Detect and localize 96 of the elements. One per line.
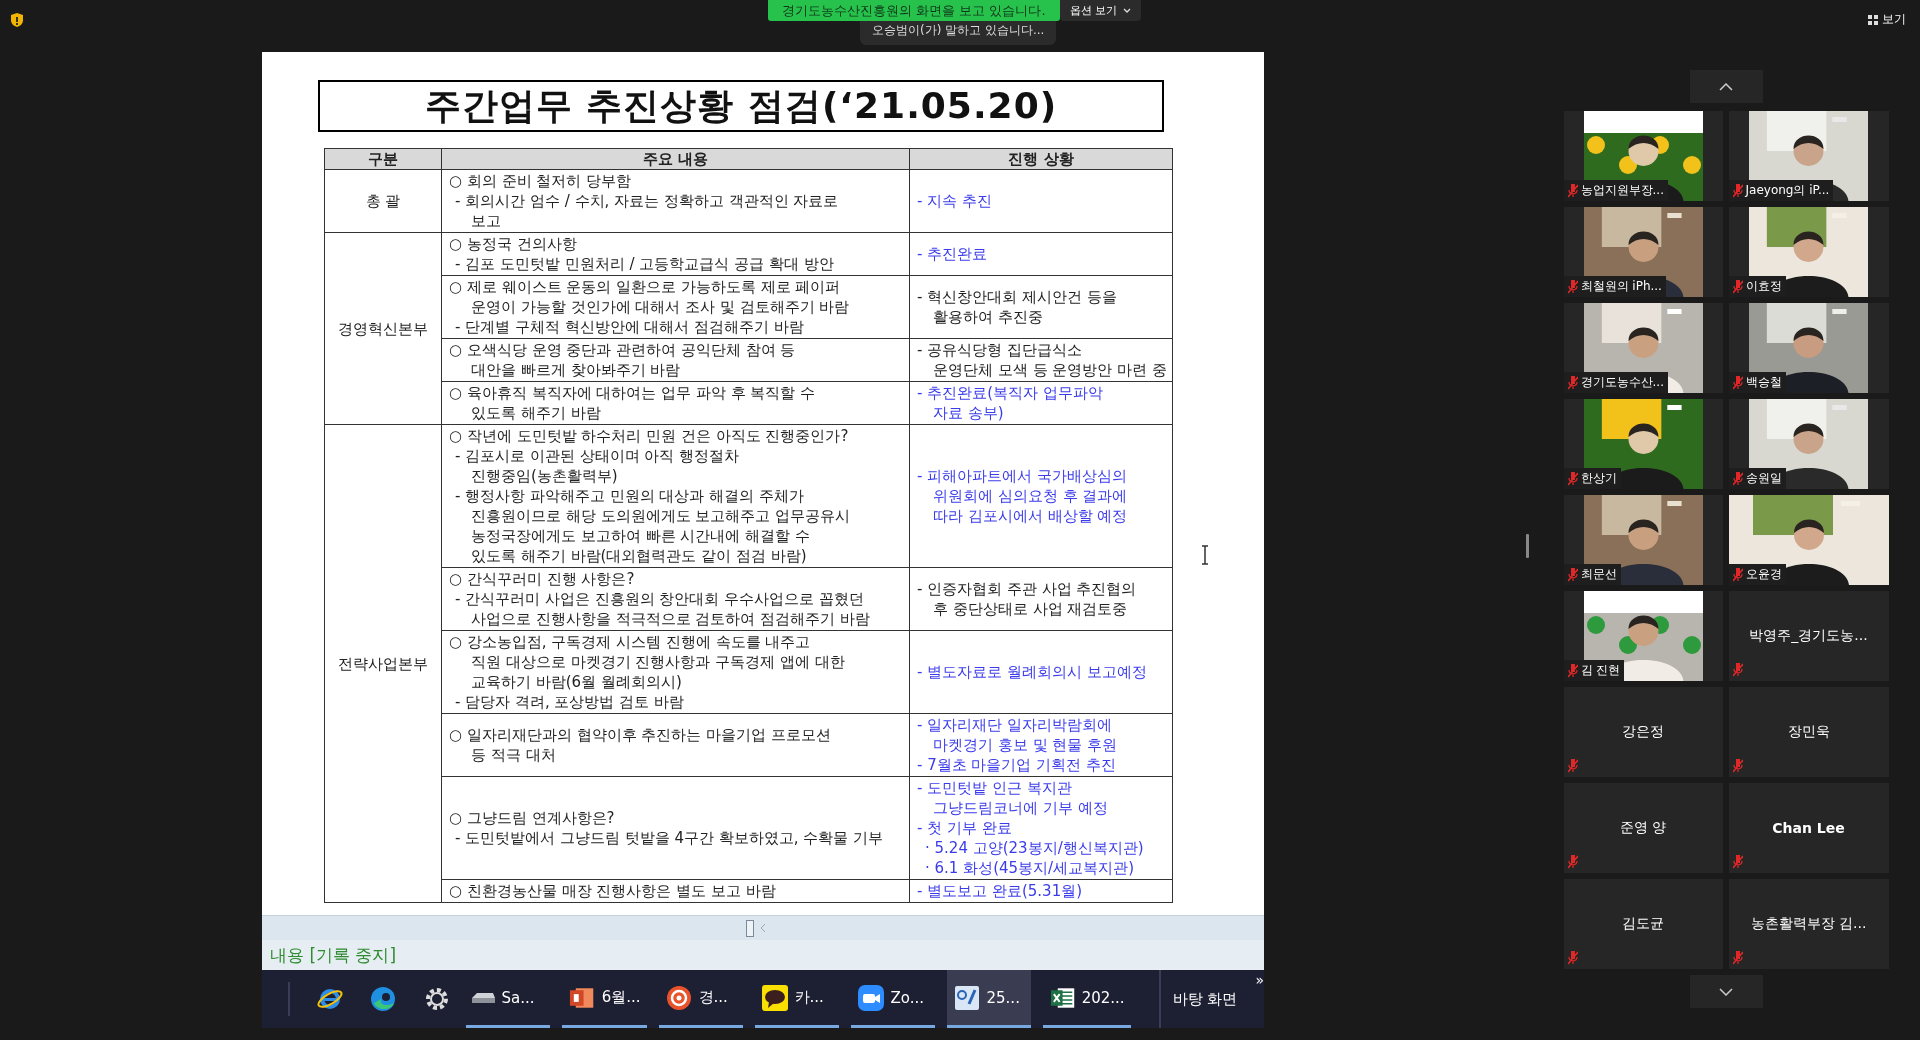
participant-name: 경기도농수산... (1580, 374, 1664, 391)
participant-tile[interactable]: Jaeyong의 iP... (1728, 111, 1889, 201)
document-icon (952, 983, 981, 1012)
status-text: 내용 [기록 중지] (270, 943, 397, 967)
participant-tile[interactable]: 장민욱 (1728, 687, 1889, 777)
taskbar-button[interactable]: 경... (658, 970, 743, 1028)
table-cell: - 도민텃밭 인근 복지관 그냥드림코너에 기부 예정 - 첫 기부 완료 · 5.24 고양(23봉지/행신복지관) · 6.1 화성(45봉지/세교복지관) (909, 776, 1173, 880)
participant-name: 강은정 (1622, 723, 1664, 741)
participant-tile[interactable]: 농촌활력부장 김... (1728, 879, 1889, 969)
grid-icon (1868, 14, 1878, 25)
table-cell: ○ 농정국 건의사항 - 김포 도민텃밭 민원처리 / 고등학교급식 공급 확대 방안 (441, 232, 910, 276)
text-cursor-icon (1200, 545, 1210, 565)
video-camera-icon (856, 983, 885, 1012)
participant-name: 김 진현 (1580, 662, 1621, 679)
table-cell: - 별도자료로 월례회의시 보고예정 (909, 630, 1173, 714)
view-options-button[interactable]: 옵션 보기 (1060, 0, 1141, 21)
drive-icon (472, 992, 496, 1003)
table-cell: 경영혁신본부 (324, 232, 442, 425)
participant-name: 최문선 (1580, 566, 1617, 583)
table-cell: - 추진완료 (909, 232, 1173, 276)
document-title: 주간업무 추진상황 점검(‘21.05.20) (318, 80, 1164, 132)
participant-tile[interactable]: 송원일 (1728, 399, 1889, 489)
participant-tile[interactable]: Chan Lee (1728, 783, 1889, 873)
table-cell: - 인증자협회 주관 사업 추진협의 후 중단상태로 사업 재검토중 (909, 567, 1173, 631)
overflow-chevron[interactable]: » (1255, 972, 1264, 988)
participant-tile[interactable]: 김 진현 (1563, 591, 1723, 681)
participant-name: 백승철 (1745, 374, 1782, 391)
participant-tile[interactable]: 강은정 (1563, 687, 1723, 777)
table-cell: - 별도보고 완료(5.31월) (909, 879, 1173, 903)
participant-tile[interactable]: 최철원의 iPh... (1563, 207, 1723, 297)
horizontal-scrollbar[interactable] (262, 915, 1264, 940)
participant-name: Chan Lee (1772, 820, 1845, 836)
show-desktop-button[interactable]: 바탕 화면 (1158, 970, 1250, 1028)
participant-tile[interactable]: 농업지원부장... (1563, 111, 1723, 201)
table-cell: ○ 오색식당 운영 중단과 관련하여 공익단체 참여 등 대안을 빠르게 찾아봐주기 바람 (441, 338, 910, 382)
chat-icon (760, 983, 789, 1012)
participant-name: 김도균 (1622, 915, 1664, 933)
scroll-thumb[interactable] (746, 919, 754, 937)
participant-tile[interactable]: 박영주_경기도농... (1728, 591, 1889, 681)
view-button[interactable]: 보기 (1864, 9, 1910, 30)
participant-tile[interactable]: 이효정 (1728, 207, 1889, 297)
participant-tile[interactable]: 준영 양 (1563, 783, 1723, 873)
participant-tile[interactable]: 김도균 (1563, 879, 1723, 969)
table-cell: 전략사업본부 (324, 424, 442, 903)
participant-tile[interactable]: 오윤경 (1728, 495, 1889, 585)
shield-icon (10, 12, 24, 28)
table-cell: - 일자리재단 일자리박람회에 마켓경기 홍보 및 현물 후원 - 7월초 마을기업 기획전 추진 (909, 713, 1173, 777)
table-cell: ○ 그냥드림 연계사항은? - 도민텃밭에서 그냥드림 텃밭을 4구간 확보하였고, 수확물 기부 (441, 776, 910, 880)
table-cell: ○ 간식꾸러미 진행 사항은? - 간식꾸러미 사업은 진흥원의 창안대회 우수사업으로 꼽혔던 사업으로 진행사항을 적극적으로 검토하여 점검해주기 바람 (441, 567, 910, 631)
participant-name: 박영주_경기도농... (1749, 627, 1868, 645)
participant-tile[interactable]: 한상기 (1563, 399, 1723, 489)
participant-name: 이효정 (1745, 278, 1782, 295)
participant-tile[interactable]: 최문선 (1563, 495, 1723, 585)
participant-name: 송원일 (1745, 470, 1782, 487)
participant-name: 농업지원부장... (1580, 182, 1664, 199)
table-cell: - 피해아파트에서 국가배상심의 위원회에 심의요청 후 결과에 따라 김포시에서 배상할 예정 (909, 424, 1173, 568)
participant-name: 최철원의 iPh... (1580, 278, 1662, 295)
page-down-button[interactable] (1689, 975, 1763, 1008)
sharing-banner: 경기도농수산진흥원의 화면을 보고 있습니다. (768, 0, 1060, 21)
table-cell: - 혁신창안대회 제시안건 등을 활용하여 추진중 (909, 275, 1173, 339)
table-cell: - 지속 추진 (909, 169, 1173, 233)
table-cell: - 추진완료(복직자 업무파악 자료 송부) (909, 381, 1173, 425)
participant-name: Jaeyong의 iP... (1745, 182, 1830, 199)
caret-icon (1122, 7, 1131, 14)
table-cell: - 공유식당형 집단급식소 운영단체 모색 등 운영방안 마련 중 (909, 338, 1173, 382)
taskbar-button[interactable]: 25... (946, 970, 1031, 1028)
taskbar-button[interactable]: 카... (754, 970, 839, 1028)
taskbar-button[interactable]: Zo... (850, 970, 935, 1028)
table-cell: ○ 회의 준비 철저히 당부함 - 회의시간 엄수 / 수치, 자료는 정확하고 객관적인 자료로 보고 (441, 169, 910, 233)
table-cell: ○ 일자리재단과의 협약이후 추진하는 마을기업 프로모션 등 적극 대처 (441, 713, 910, 777)
taskbar-button[interactable]: 6월... (562, 970, 647, 1028)
table-cell: ○ 강소농입점, 구독경제 시스템 진행에 속도를 내주고 직원 대상으로 마켓경기 진행사항과 구독경제 앱에 대한 교육하기 바람(6월 월례회의시) - 담당자 격려, 포상방법 검토 바람 (441, 630, 910, 714)
taskbar-button[interactable]: 202... (1042, 970, 1131, 1028)
chevron-up-icon (1719, 82, 1733, 91)
participant-tile[interactable]: 경기도농수산... (1563, 303, 1723, 393)
participant-name: 장민욱 (1787, 723, 1830, 741)
table-cell: ○ 친환경농산물 매장 진행사항은 별도 보고 바람 (441, 879, 910, 903)
participant-name: 한상기 (1580, 470, 1617, 487)
participant-name: 농촌활력부장 김... (1750, 915, 1867, 933)
browser-icon[interactable] (369, 985, 398, 1013)
participant-name: 오윤경 (1745, 566, 1782, 583)
page-up-button[interactable] (1689, 70, 1763, 103)
chevron-down-icon (1719, 987, 1733, 996)
table-cell: 총 괄 (324, 169, 442, 233)
column-header: 주요 내용 (441, 148, 910, 170)
table-cell: ○ 육아휴직 복직자에 대하여는 업무 파악 후 복직할 수 있도록 해주기 바람 (441, 381, 910, 425)
resize-handle[interactable] (1526, 534, 1529, 558)
taskbar-button[interactable]: Sa... (466, 970, 551, 1028)
table-cell: ○ 제로 웨이스트 운동의 일환으로 가능하도록 제로 페이퍼 운영이 가능할 것인가에 대해서 조사 및 검토해주기 바람 - 단계별 구체적 혁신방안에 대해서 점검해주기 바람 (441, 275, 910, 339)
scroll-left-icon[interactable] (760, 924, 766, 932)
column-header: 구분 (324, 148, 442, 170)
participant-tile[interactable]: 백승철 (1728, 303, 1889, 393)
at-sign-icon (664, 983, 693, 1012)
participant-name: 준영 양 (1619, 819, 1667, 837)
table-cell: ○ 작년에 도민텃밭 하수처리 민원 건은 아직도 진행중인가? - 김포시로 이관된 상태이며 아직 행정절차 진행중임(농촌활력부) - 행정사항 파악해주고 민원의 대상과 해결의 주체가 진흥원이므로 해당 도의원에게도 보고해주고 업무공유시 농정국장에게도 보고하여 빠른 시간내에 해결할 수 있도록 해주기 바람(대외협력관도 같이 점검 바람) (441, 424, 910, 568)
column-header: 진행 상황 (909, 148, 1173, 170)
